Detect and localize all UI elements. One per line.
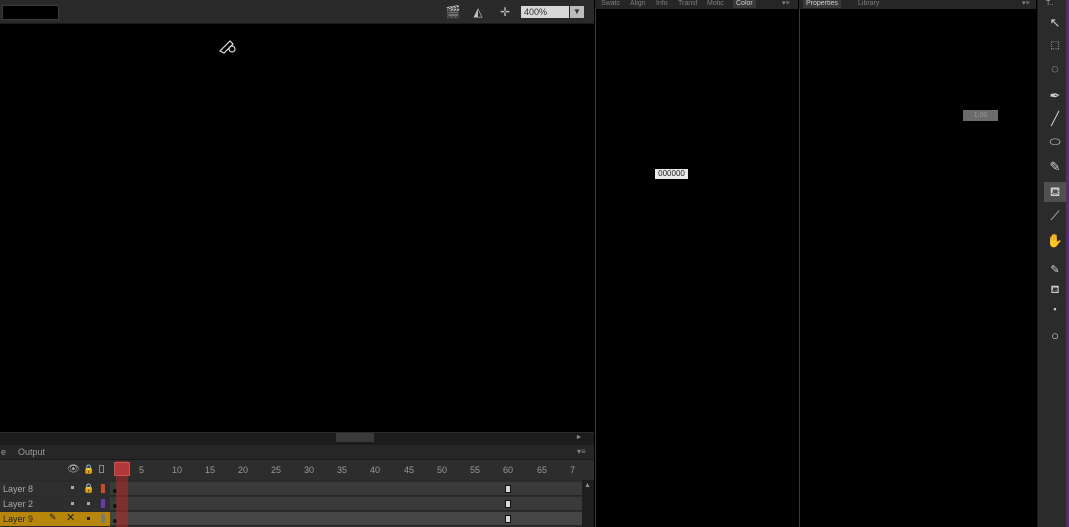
end-frame-marker[interactable] [505, 500, 511, 508]
frame-number: 50 [437, 465, 448, 475]
clapper-icon[interactable]: 🎬 [445, 5, 461, 19]
layer-color-chip[interactable] [101, 499, 105, 508]
paint-bucket-tool-icon[interactable]: ⛾ [1044, 182, 1066, 202]
lock-icon[interactable]: 🔒 [83, 483, 94, 494]
zoom-dropdown-icon[interactable]: ▼ [570, 6, 584, 18]
scene-name-box[interactable] [2, 5, 59, 20]
tools-panel-collapse-icon[interactable]: T.. [1046, 0, 1053, 7]
pencil-tool-icon[interactable]: ✎ [1044, 157, 1066, 177]
tab-library[interactable]: Library [858, 0, 879, 8]
object-drawing-icon[interactable]: ○ [1044, 326, 1066, 346]
end-frame-marker[interactable] [505, 485, 511, 493]
pen-tool-icon[interactable]: ✒ [1044, 86, 1066, 106]
frame-number: 20 [238, 465, 249, 475]
layer-color-chip[interactable] [101, 514, 105, 523]
frames-row[interactable] [110, 512, 582, 526]
layer-name: Layer 2 [3, 499, 34, 509]
frame-number: 25 [271, 465, 282, 475]
symbol-icon[interactable]: ◭ [470, 5, 486, 19]
tab-align[interactable]: Align [630, 0, 646, 8]
center-stage-icon[interactable]: ✛ [497, 5, 513, 19]
layer-name: Layer 8 [3, 484, 34, 494]
zoom-field[interactable]: 400% [521, 6, 569, 18]
hex-color-field[interactable]: 000000 [655, 169, 688, 179]
paint-bucket-cursor-icon [218, 40, 236, 54]
frame-number: 10 [172, 465, 183, 475]
frames-row[interactable] [110, 497, 582, 511]
properties-panel [799, 0, 1037, 527]
tab-properties[interactable]: Properties [803, 0, 841, 8]
tab-color[interactable]: Color [733, 0, 756, 8]
frame-number: 65 [537, 465, 548, 475]
tab-output[interactable]: Output [18, 447, 45, 457]
lock-dot[interactable] [87, 502, 90, 505]
line-tool-icon[interactable]: ╱ [1044, 109, 1066, 129]
frame-number: 35 [337, 465, 348, 475]
frame-number: 60 [503, 465, 514, 475]
tab-swatches[interactable]: Swatc [601, 0, 620, 8]
oval-tool-icon[interactable]: ⬭ [1044, 132, 1066, 152]
tab-transform[interactable]: Transf [678, 0, 698, 8]
frames-row[interactable] [110, 482, 582, 496]
lock-icon[interactable]: 🔒 [83, 464, 94, 475]
scrollbar-thumb[interactable] [336, 433, 374, 442]
stage-horizontal-scrollbar[interactable] [0, 432, 594, 445]
subselection-tool-icon[interactable]: ⬚ [1044, 36, 1066, 56]
layer-color-chip[interactable] [101, 484, 105, 493]
outline-icon[interactable] [99, 465, 104, 473]
property-value-field[interactable]: 1.00 [963, 110, 998, 121]
frame-number: 5 [139, 465, 145, 475]
swap-colors-icon[interactable]: ▪ [1044, 299, 1066, 319]
end-frame-marker[interactable] [505, 515, 511, 523]
layer-name: Layer 9 [3, 514, 34, 524]
fill-color-icon[interactable]: ⛾ [1044, 280, 1066, 300]
lock-dot[interactable] [87, 517, 90, 520]
eyedropper-tool-icon[interactable]: ⟋ [1044, 206, 1066, 226]
pencil-icon: ✎ [49, 512, 57, 522]
playhead-handle[interactable] [114, 462, 130, 476]
panel-menu-icon[interactable]: ▾≡ [1022, 0, 1030, 8]
scroll-right-icon[interactable]: ► [574, 432, 584, 444]
hand-tool-icon[interactable]: ✋ [1044, 231, 1066, 251]
stage-canvas[interactable] [0, 24, 594, 431]
color-panel [595, 0, 799, 527]
tab-info[interactable]: Info [656, 0, 668, 8]
frame-number: 15 [205, 465, 216, 475]
frame-number: 30 [304, 465, 315, 475]
frame-number: 7 [570, 465, 576, 475]
eye-icon[interactable]: 👁 [67, 464, 80, 475]
stroke-color-icon[interactable]: ✎ [1044, 260, 1066, 280]
panel-menu-icon[interactable]: ▾≡ [577, 447, 586, 456]
timeline-tab-bar [0, 445, 594, 460]
frame-number: 40 [370, 465, 381, 475]
layer-row[interactable]: Layer 2 [0, 497, 110, 511]
frame-number: 55 [470, 465, 481, 475]
close-icon[interactable]: ✕ [66, 511, 75, 524]
lasso-tool-icon[interactable]: ◌ [1044, 59, 1066, 79]
visibility-dot[interactable] [71, 502, 74, 505]
tab-timeline[interactable]: e [1, 447, 6, 457]
frame-number: 45 [404, 465, 415, 475]
visibility-dot[interactable] [71, 486, 74, 489]
selection-tool-icon[interactable]: ↖ [1044, 13, 1066, 33]
tab-motion[interactable]: Motic [707, 0, 724, 8]
panel-menu-icon[interactable]: ▾≡ [782, 0, 790, 8]
scroll-up-icon[interactable]: ▲ [584, 482, 591, 489]
